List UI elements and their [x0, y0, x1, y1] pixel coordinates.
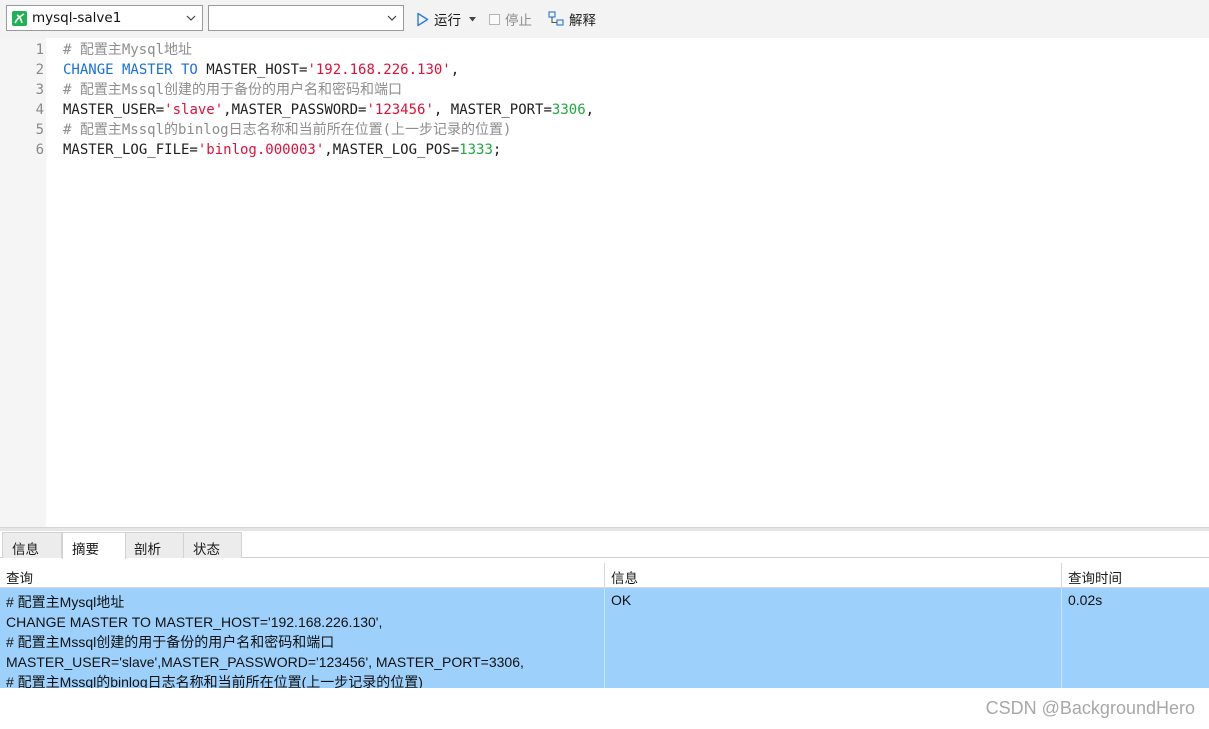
- code-token-plain: MASTER_LOG_FILE=: [63, 142, 198, 158]
- tab-profile[interactable]: 剖析: [124, 532, 184, 558]
- query-line: # 配置主Mssql创建的用于备份的用户名和密码和端口: [6, 634, 335, 650]
- column-header-query-time[interactable]: 查询时间: [1062, 563, 1209, 588]
- column-header-query[interactable]: 查询: [0, 563, 605, 588]
- query-toolbar: mysql-salve1 运行 停止 解释: [0, 0, 1209, 38]
- code-line[interactable]: MASTER_USER='slave',MASTER_PASSWORD='123…: [63, 100, 594, 120]
- code-line[interactable]: # 配置主Mysql地址: [63, 40, 192, 60]
- query-line: # 配置主Mssql的binlog日志名称和当前所在位置(上一步记录的位置): [6, 674, 423, 688]
- code-line[interactable]: CHANGE MASTER TO MASTER_HOST='192.168.22…: [63, 60, 459, 80]
- code-token-str: 'slave': [164, 102, 224, 118]
- code-token-comment: # 配置主Mysql地址: [63, 42, 193, 58]
- code-token-plain: , MASTER_PORT=: [433, 102, 552, 118]
- code-token-plain: ,: [585, 102, 595, 118]
- cell-query-time[interactable]: 0.02s: [1062, 588, 1209, 688]
- stop-button[interactable]: 停止: [489, 8, 532, 30]
- stop-label: 停止: [505, 13, 532, 29]
- chevron-down-icon: [387, 15, 397, 21]
- code-token-str: '192.168.226.130': [307, 62, 451, 78]
- cell-info[interactable]: OK: [605, 588, 1062, 688]
- cell-query[interactable]: # 配置主Mysql地址 CHANGE MASTER TO MASTER_HOS…: [0, 588, 605, 688]
- watermark: CSDN @BackgroundHero: [985, 698, 1195, 718]
- stop-icon: [489, 13, 500, 25]
- code-line[interactable]: # 配置主Mssql创建的用于备份的用户名和密码和端口: [63, 80, 402, 100]
- line-number: 6: [35, 142, 44, 158]
- code-token-str: '123456': [366, 102, 434, 118]
- code-token-plain: ;: [492, 142, 502, 158]
- code-token-comment: # 配置主Mssql创建的用于备份的用户名和密码和端口: [63, 82, 402, 98]
- table-row[interactable]: # 配置主Mysql地址 CHANGE MASTER TO MASTER_HOS…: [0, 588, 1209, 688]
- code-token-num: 1333: [459, 142, 493, 158]
- run-dropdown-icon[interactable]: [469, 16, 476, 22]
- query-line: # 配置主Mysql地址: [6, 594, 125, 610]
- play-icon: [417, 12, 429, 26]
- explain-button[interactable]: 解释: [548, 8, 596, 30]
- database-select[interactable]: [208, 5, 404, 31]
- line-number: 3: [35, 82, 44, 98]
- query-line: MASTER_USER='slave',MASTER_PASSWORD='123…: [6, 654, 524, 670]
- connection-select[interactable]: mysql-salve1: [6, 5, 203, 31]
- explain-label: 解释: [569, 13, 596, 29]
- run-label: 运行: [434, 13, 461, 29]
- chevron-down-icon: [186, 15, 196, 21]
- line-number: 5: [35, 122, 44, 138]
- connection-value: mysql-salve1: [32, 10, 122, 26]
- line-number-gutter: 1 2 3 4 5 6: [0, 38, 46, 527]
- line-number: 2: [35, 62, 44, 78]
- code-token-plain: ,MASTER_PASSWORD=: [223, 102, 367, 118]
- code-token-kw: CHANGE MASTER TO: [63, 62, 198, 78]
- column-header-info[interactable]: 信息: [605, 563, 1062, 588]
- code-token-plain: ,MASTER_LOG_POS=: [324, 142, 460, 158]
- code-token-comment: # 配置主Mssql的binlog日志名称和当前所在位置(上一步记录的位置): [63, 122, 512, 138]
- sql-editor[interactable]: 1 2 3 4 5 6 # 配置主Mysql地址 CHANGE MASTER TO MAST…: [0, 38, 1209, 527]
- tab-info[interactable]: 信息: [2, 532, 62, 558]
- query-line: CHANGE MASTER TO MASTER_HOST='192.168.22…: [6, 614, 383, 630]
- explain-icon: [548, 11, 564, 26]
- code-token-str: 'binlog.000003': [197, 142, 325, 158]
- result-tab-bar: 信息 剖析 状态 摘要: [0, 531, 1209, 559]
- code-token-plain: ,: [450, 62, 460, 78]
- line-number: 1: [35, 42, 44, 58]
- code-token-plain: MASTER_HOST=: [197, 62, 308, 78]
- code-line[interactable]: MASTER_LOG_FILE='binlog.000003',MASTER_L…: [63, 140, 501, 160]
- mysql-connection-icon: [12, 11, 27, 26]
- grid-header: 查询 信息 查询时间: [0, 563, 1209, 588]
- tab-status[interactable]: 状态: [183, 532, 242, 558]
- code-token-plain: MASTER_USER=: [63, 102, 165, 118]
- code-line[interactable]: # 配置主Mssql的binlog日志名称和当前所在位置(上一步记录的位置): [63, 120, 511, 140]
- line-number: 4: [35, 102, 44, 118]
- code-token-num: 3306: [551, 102, 586, 118]
- run-button[interactable]: 运行: [416, 8, 476, 30]
- tab-summary[interactable]: 摘要: [62, 532, 126, 559]
